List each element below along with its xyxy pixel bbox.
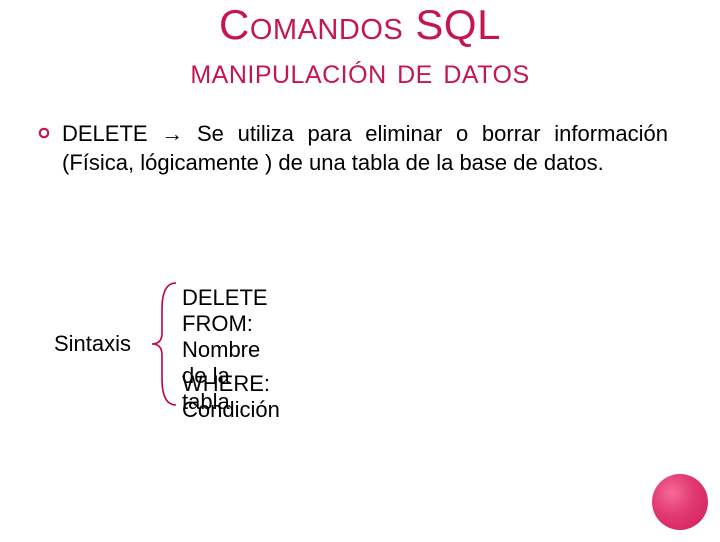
decorative-circle-icon — [652, 474, 708, 530]
syntax-line-where: WHERE: Condición — [182, 371, 280, 423]
bullet-circle-icon — [38, 126, 50, 144]
slide-container: Comandos SQL manipulación de datos DELET… — [0, 2, 720, 542]
bullet-text: DELETE → Se utiliza para eliminar o borr… — [62, 120, 668, 177]
syntax-label: Sintaxis — [54, 331, 131, 357]
slide-title: Comandos SQL — [32, 2, 688, 48]
bullet-item: DELETE → Se utiliza para eliminar o borr… — [38, 120, 668, 177]
slide-subtitle: manipulación de datos — [32, 50, 688, 92]
curly-bracket-icon — [148, 279, 180, 414]
